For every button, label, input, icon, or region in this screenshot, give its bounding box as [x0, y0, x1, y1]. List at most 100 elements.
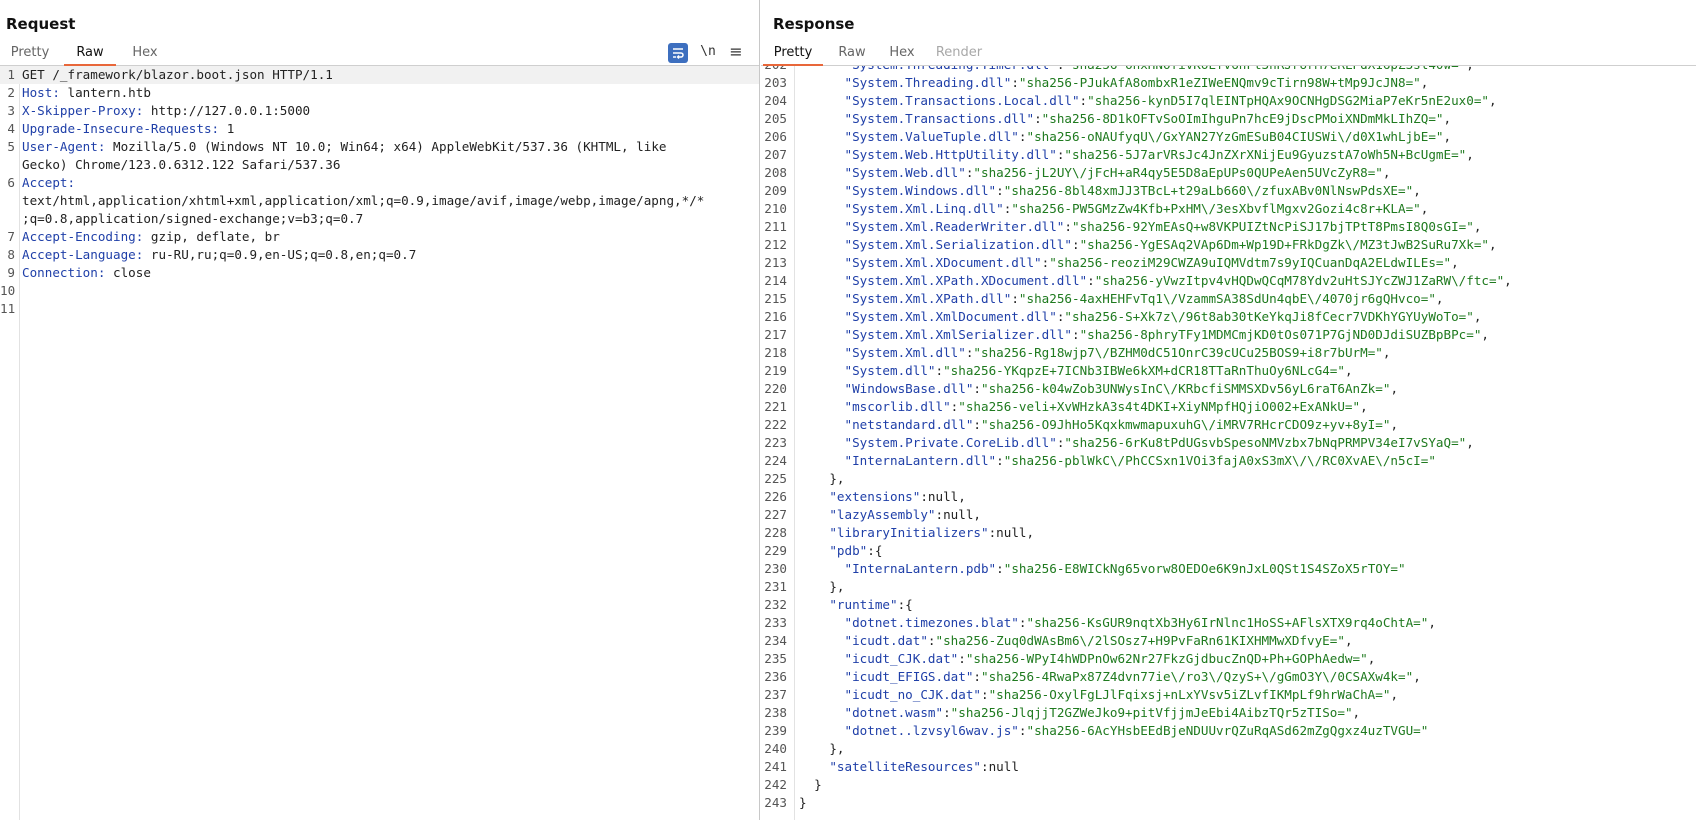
code-token: , — [1489, 93, 1497, 108]
line-number: 236 — [764, 669, 787, 684]
request-tab-hex[interactable]: Hex — [124, 44, 166, 66]
code-token: "sha256-4RwaPx87Z4dvn77ie\/ro3\/QzyS+\/g… — [981, 669, 1414, 684]
line-number: 216 — [764, 309, 787, 324]
code-line: 236 "icudt_EFIGS.dat":"sha256-4RwaPx87Z4… — [761, 668, 1696, 686]
code-token: , — [1413, 669, 1421, 684]
line-code: "InternaLantern.dll":"sha256-pblWkC\/PhC… — [799, 452, 1436, 470]
code-token: "System.Xml.XmlDocument.dll" — [844, 309, 1057, 324]
code-token: Gecko) Chrome/123.0.6312.122 Safari/537.… — [22, 157, 341, 172]
code-line: 242 } — [761, 776, 1696, 794]
code-token: "extensions" — [829, 489, 921, 504]
code-token: , — [1367, 651, 1376, 666]
code-line: 9 Connection: close — [0, 264, 759, 282]
request-tab-raw[interactable]: Raw — [64, 44, 116, 66]
line-number: 226 — [764, 489, 787, 504]
code-token: "System.Xml.Serialization.dll" — [844, 237, 1072, 252]
code-token: , — [1466, 435, 1474, 450]
code-token: "dotnet.timezones.blat" — [844, 615, 1019, 630]
code-token: Connection: — [22, 265, 106, 280]
code-token: } — [799, 795, 807, 810]
line-number — [0, 156, 15, 174]
line-number: 221 — [764, 399, 787, 414]
code-token: "sha256-oNAUfyqU\/GxYAN27YzGmESuB04CIUSW… — [1026, 129, 1444, 144]
code-token: "icudt_CJK.dat" — [844, 651, 959, 666]
line-number: 235 — [764, 651, 787, 666]
request-tabs: Pretty Raw Hex \n ≡ — [0, 42, 759, 66]
code-token: , — [1360, 399, 1368, 414]
request-tab-pretty[interactable]: Pretty — [4, 44, 56, 66]
code-line: 11 — [0, 300, 759, 318]
request-pane: Request Pretty Raw Hex \n ≡ 1 GET /_frame… — [0, 0, 760, 820]
code-token: "sha256-veli+XvWHzkA3s4t4DKI+XiyNMpfHQji… — [958, 399, 1361, 414]
code-token: , — [1504, 273, 1512, 288]
line-code: Upgrade-Insecure-Requests: 1 — [22, 120, 234, 138]
line-code: "libraryInitializers":null, — [799, 524, 1034, 542]
line-number — [0, 192, 15, 210]
code-token: "InternaLantern.dll" — [844, 453, 997, 468]
response-tab-raw[interactable]: Raw — [831, 44, 873, 66]
response-tab-pretty[interactable]: Pretty — [763, 44, 823, 66]
line-number — [0, 210, 15, 228]
line-number: 231 — [764, 579, 787, 594]
show-newlines-icon[interactable]: \n — [697, 42, 719, 64]
code-line: 204 "System.Transactions.Local.dll":"sha… — [761, 92, 1696, 110]
code-token: "System.dll" — [844, 363, 936, 378]
response-editor[interactable]: 202 "System.Threading.Timer.dll":"sha256… — [761, 66, 1696, 820]
line-code: ;q=0.8,application/signed-exchange;v=b3;… — [22, 210, 363, 228]
code-token: : — [943, 705, 951, 720]
response-tab-render[interactable]: Render — [931, 44, 987, 66]
line-number: 6 — [7, 175, 15, 190]
code-line: 211 "System.Xml.ReaderWriter.dll":"sha25… — [761, 218, 1696, 236]
line-code: "System.Xml.XPath.XDocument.dll":"sha256… — [799, 272, 1512, 290]
code-token: , — [1382, 165, 1391, 180]
wrap-lines-icon[interactable] — [668, 43, 688, 63]
code-token: : — [1011, 291, 1019, 306]
code-token: , — [1428, 615, 1436, 630]
code-line: 209 "System.Windows.dll":"sha256-8bl48xm… — [761, 182, 1696, 200]
code-token: "netstandard.dll" — [844, 417, 974, 432]
code-token: }, — [799, 741, 845, 756]
line-number: 220 — [764, 381, 787, 396]
code-token: , — [1443, 111, 1452, 126]
line-code: "System.Xml.XmlSerializer.dll":"sha256-8… — [799, 326, 1490, 344]
line-code: }, — [799, 740, 845, 758]
code-token: "sha256-92YmEAsQ+w8VKPUIZtNcPiSJ17bjTPtT… — [1071, 219, 1474, 234]
response-pane: Response Pretty Raw Hex Render 202 "Syst… — [761, 0, 1696, 820]
line-number: 225 — [764, 471, 787, 486]
code-line: 206 "System.ValueTuple.dll":"sha256-oNAU… — [761, 128, 1696, 146]
code-token: "sha256-O9JhHo5KqxkmwmapuxuhG\/iMRV7RHcr… — [981, 417, 1391, 432]
line-number: 229 — [764, 543, 787, 558]
line-number: 8 — [7, 247, 15, 262]
menu-icon[interactable]: ≡ — [725, 42, 747, 64]
line-number: 237 — [764, 687, 787, 702]
code-token: : — [980, 687, 989, 702]
code-token: , — [1390, 381, 1399, 396]
code-line: 1 GET /_framework/blazor.boot.json HTTP/1… — [0, 66, 759, 84]
code-token: "icudt.dat" — [844, 633, 928, 648]
code-token: "sha256-reoziM29CWZA9uIQMVdtm7s9yIQCuanD… — [1049, 255, 1452, 270]
code-token: : — [973, 669, 981, 684]
code-token: "System.Xml.ReaderWriter.dll" — [844, 219, 1065, 234]
request-editor[interactable]: 1 GET /_framework/blazor.boot.json HTTP/1… — [0, 66, 759, 820]
response-tab-hex[interactable]: Hex — [881, 44, 923, 66]
code-line: 230 "InternaLantern.pdb":"sha256-E8WICkN… — [761, 560, 1696, 578]
line-code: "icudt_CJK.dat":"sha256-WPyI4hWDPnOw62Nr… — [799, 650, 1376, 668]
line-number: 232 — [764, 597, 787, 612]
line-code: "System.Xml.Linq.dll":"sha256-PW5GMzZw4K… — [799, 200, 1429, 218]
code-token: "dotnet.wasm" — [844, 705, 944, 720]
code-token: "System.Xml.dll" — [844, 345, 966, 360]
line-code: "System.Web.dll":"sha256-jL2UY\/jFcH+aR4… — [799, 164, 1391, 182]
line-number: 242 — [764, 777, 787, 792]
